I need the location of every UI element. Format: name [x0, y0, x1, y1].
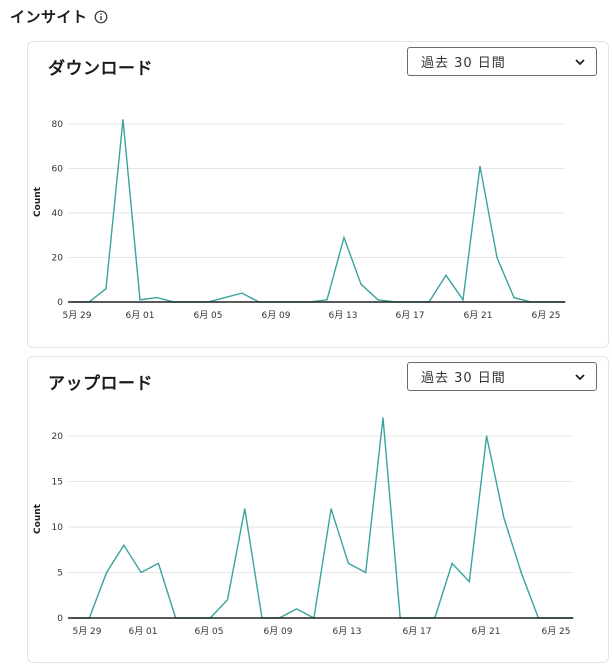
data-point: [486, 435, 488, 437]
chevron-down-icon: [574, 56, 586, 68]
x-tick-label: 6月 25: [541, 626, 570, 637]
x-tick-label: 6月 05: [193, 310, 222, 321]
data-point: [326, 299, 328, 301]
data-point: [377, 299, 379, 301]
y-tick-label: 20: [52, 432, 64, 442]
y-tick-label: 0: [57, 614, 63, 624]
data-point: [105, 571, 108, 574]
y-tick-label: 10: [52, 523, 64, 533]
y-axis-label: Count: [33, 186, 43, 217]
data-point: [122, 118, 124, 121]
y-tick-label: 20: [52, 254, 64, 264]
y-tick-label: 40: [52, 209, 64, 219]
data-point: [468, 581, 470, 583]
page-header: インサイト: [10, 4, 108, 28]
series-line: [72, 417, 573, 620]
data-point: [360, 283, 362, 285]
downloads-range-value: 過去 30 日間: [421, 56, 506, 71]
data-point: [295, 608, 298, 610]
downloads-range-select[interactable]: 過去 30 日間: [407, 47, 597, 76]
x-tick-label: 6月 09: [263, 626, 292, 637]
y-tick-label: 80: [52, 120, 64, 130]
insights-page: インサイト 0 20 40 60 80 Count 5月 29 6月 01 6月 05 6月 09…: [0, 0, 612, 665]
data-point: [347, 562, 350, 564]
downloads-chart: 0 20 40 60 80 Count 5月 29 6月 01 6月 05 6月 09 6月 13 6…: [33, 118, 566, 321]
data-point: [224, 296, 226, 299]
data-point: [140, 571, 142, 574]
downloads-card: 0 20 40 60 80 Count 5月 29 6月 01 6月 05 6月 09 6月 13 6…: [27, 41, 609, 348]
uploads-range-value: 過去 30 日間: [421, 371, 506, 386]
x-tick-label: 6月 25: [531, 310, 560, 321]
data-point: [503, 517, 505, 519]
downloads-title: ダウンロード: [48, 59, 153, 79]
x-tick-label: 6月 01: [125, 310, 154, 321]
x-tick-label: 5月 29: [72, 626, 101, 637]
data-point: [451, 562, 453, 564]
x-tick-label: 5月 29: [62, 310, 91, 321]
data-point: [241, 292, 243, 294]
x-tick-label: 6月 05: [194, 626, 223, 637]
series-line: [72, 119, 565, 303]
x-tick-label: 6月 21: [463, 310, 492, 321]
data-point: [479, 165, 481, 167]
data-point: [343, 236, 345, 239]
y-tick-label: 60: [52, 165, 64, 175]
uploads-range-select[interactable]: 過去 30 日間: [407, 362, 597, 391]
data-point: [157, 562, 159, 564]
y-tick-label: 15: [52, 478, 63, 488]
data-point: [139, 299, 141, 301]
data-point: [156, 296, 158, 299]
uploads-chart: 0 5 10 15 20 Count 5月 29 6月 01 6月 05 6月 09 6月 13 6月…: [33, 417, 574, 637]
data-point: [520, 571, 522, 574]
data-point: [382, 417, 384, 419]
y-axis-label: Count: [33, 503, 43, 534]
info-circle-icon[interactable]: [94, 9, 108, 24]
x-tick-label: 6月 21: [471, 626, 500, 637]
data-point: [226, 599, 229, 601]
data-point: [513, 296, 515, 299]
data-point: [105, 288, 107, 290]
uploads-card: 0 5 10 15 20 Count 5月 29 6月 01 6月 05 6月 09 6月 13 6月…: [27, 356, 609, 663]
data-point: [445, 274, 447, 276]
data-point: [123, 544, 125, 546]
y-tick-label: 0: [57, 298, 63, 308]
chevron-down-icon: [574, 371, 586, 383]
y-tick-label: 5: [57, 569, 63, 579]
data-point: [462, 299, 464, 301]
data-point: [330, 508, 332, 510]
data-point: [365, 571, 367, 574]
uploads-title: アップロード: [48, 374, 153, 394]
x-tick-label: 6月 17: [402, 626, 431, 637]
data-point: [244, 508, 246, 510]
data-point: [496, 256, 498, 259]
page-title: インサイト: [10, 7, 88, 26]
x-tick-label: 6月 09: [261, 310, 290, 321]
x-tick-label: 6月 13: [332, 626, 361, 637]
x-tick-label: 6月 13: [328, 310, 357, 321]
x-tick-label: 6月 17: [395, 310, 424, 321]
x-tick-label: 6月 01: [128, 626, 157, 637]
